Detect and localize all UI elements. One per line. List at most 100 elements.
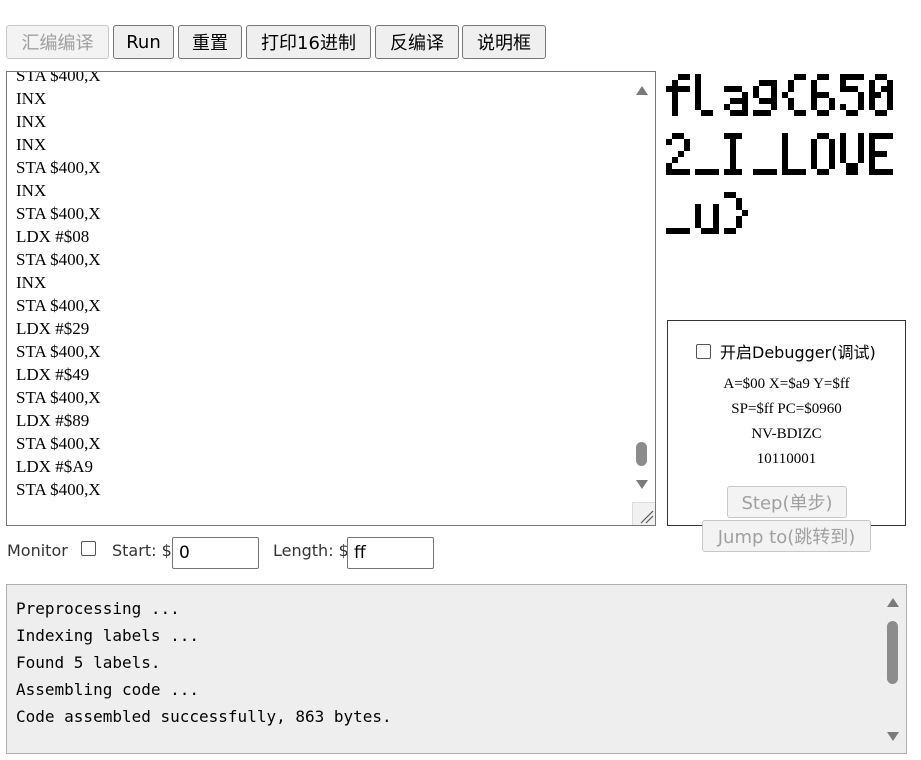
log-scroll-up-arrow-icon[interactable]	[887, 598, 899, 607]
code-line[interactable]: STA $400,X	[16, 202, 631, 225]
code-line[interactable]: INX	[16, 110, 631, 133]
length-input[interactable]	[347, 537, 434, 569]
monitor-checkbox[interactable]	[81, 541, 96, 556]
pixel	[875, 110, 881, 116]
pixel	[730, 110, 736, 116]
pixel	[782, 139, 788, 145]
code-line[interactable]: LDX #$08	[16, 225, 631, 248]
pixel	[701, 228, 707, 234]
log-line: Preprocessing ...	[16, 599, 180, 618]
pixel	[869, 80, 875, 86]
pixel	[771, 80, 777, 86]
scroll-down-arrow-icon[interactable]	[636, 480, 648, 489]
code-lines[interactable]: STA $400,X INX INX INX STA $400,X INX STA $400…	[16, 72, 631, 501]
code-line[interactable]: LDX #$49	[16, 363, 631, 386]
resize-grip-icon[interactable]	[632, 502, 655, 525]
pixel	[788, 80, 794, 86]
pixel	[742, 104, 748, 110]
log-line: Found 5 labels.	[16, 653, 161, 672]
pixel	[736, 133, 742, 139]
pixel	[771, 92, 777, 98]
pixel-glyph	[695, 74, 713, 116]
log-scroll-down-arrow-icon[interactable]	[887, 732, 899, 741]
scroll-up-arrow-icon[interactable]	[636, 86, 648, 95]
code-line[interactable]: STA $400,X	[16, 156, 631, 179]
step-button[interactable]: Step(单步)	[727, 486, 847, 518]
code-line[interactable]: LDX #$89	[16, 409, 631, 432]
pixel	[678, 133, 684, 139]
pixel	[811, 163, 817, 169]
pixel	[695, 80, 701, 86]
notes-button[interactable]: 说明框	[462, 25, 546, 59]
pixel	[707, 169, 713, 175]
pixel	[823, 133, 829, 139]
debugger-toggle-label: 开启Debugger(调试)	[720, 343, 876, 362]
pixel	[695, 86, 701, 92]
pixel	[811, 145, 817, 151]
pixel	[684, 74, 690, 80]
pixel-screen	[666, 74, 893, 234]
pixel	[724, 86, 730, 92]
code-line[interactable]: LDX #$A9	[16, 455, 631, 478]
code-editor[interactable]: STA $400,X INX INX INX STA $400,X INX STA $400…	[6, 71, 656, 526]
pixel	[771, 169, 777, 175]
pixel	[666, 139, 672, 145]
pixel-glyph	[753, 80, 777, 116]
log-scroll-thumb[interactable]	[887, 621, 898, 684]
pixel	[823, 110, 829, 116]
debugger-checkbox[interactable]	[696, 343, 711, 359]
code-line[interactable]: STA $400,X	[16, 248, 631, 271]
pixel	[869, 139, 875, 145]
pixel	[736, 86, 742, 92]
pixel	[672, 133, 678, 139]
log-scrollbar[interactable]	[883, 585, 903, 753]
assemble-button[interactable]: 汇编编译	[6, 25, 109, 59]
code-line[interactable]: INX	[16, 179, 631, 202]
code-line[interactable]: STA $400,X	[16, 478, 631, 501]
pixel	[672, 80, 678, 86]
run-button[interactable]: Run	[113, 25, 174, 59]
pixel	[759, 169, 765, 175]
pixel-glyph	[811, 74, 835, 116]
pixel	[695, 98, 701, 104]
pixel	[695, 222, 701, 228]
code-line[interactable]: LDX #$29	[16, 317, 631, 340]
code-line[interactable]: STA $400,X	[16, 294, 631, 317]
pixel	[852, 169, 858, 175]
pixel	[695, 204, 701, 210]
debugger-toggle[interactable]: 开启Debugger(调试)	[696, 339, 876, 363]
hexdump-button[interactable]: 打印16进制	[246, 25, 371, 59]
start-input[interactable]	[172, 537, 259, 569]
message-log[interactable]: Preprocessing ... Indexing labels ... Foun…	[6, 584, 907, 754]
pixel	[829, 104, 835, 110]
disassemble-button[interactable]: 反编译	[375, 25, 459, 59]
jump-to-button[interactable]: Jump to(跳转到)	[702, 520, 871, 552]
code-line[interactable]: STA $400,X	[16, 432, 631, 455]
pixel	[858, 104, 864, 110]
reset-button[interactable]: 重置	[178, 25, 242, 59]
pixel	[840, 80, 846, 86]
pixel	[788, 98, 794, 104]
length-label: Length: $	[273, 541, 349, 560]
pixel	[765, 110, 771, 116]
editor-scrollbar[interactable]	[632, 72, 652, 502]
pixel	[782, 92, 788, 98]
pixel	[840, 133, 846, 139]
code-line[interactable]: INX	[16, 87, 631, 110]
code-line[interactable]: STA $400,X	[16, 72, 631, 87]
code-line[interactable]: INX	[16, 271, 631, 294]
pixel-glyph	[666, 228, 690, 234]
pixel-glyph	[724, 133, 742, 175]
pixel	[817, 92, 823, 98]
scroll-thumb[interactable]	[636, 442, 647, 466]
code-line[interactable]: INX	[16, 133, 631, 156]
pixel	[672, 169, 678, 175]
pixel	[846, 163, 852, 169]
debugger-panel: 开启Debugger(调试) A=$00 X=$a9 Y=$ff SP=$ff …	[667, 320, 906, 526]
pixel	[800, 110, 806, 116]
pixel	[771, 86, 777, 92]
code-line[interactable]: STA $400,X	[16, 386, 631, 409]
pixel	[887, 104, 893, 110]
code-line[interactable]: STA $400,X	[16, 340, 631, 363]
pixel	[713, 228, 719, 234]
